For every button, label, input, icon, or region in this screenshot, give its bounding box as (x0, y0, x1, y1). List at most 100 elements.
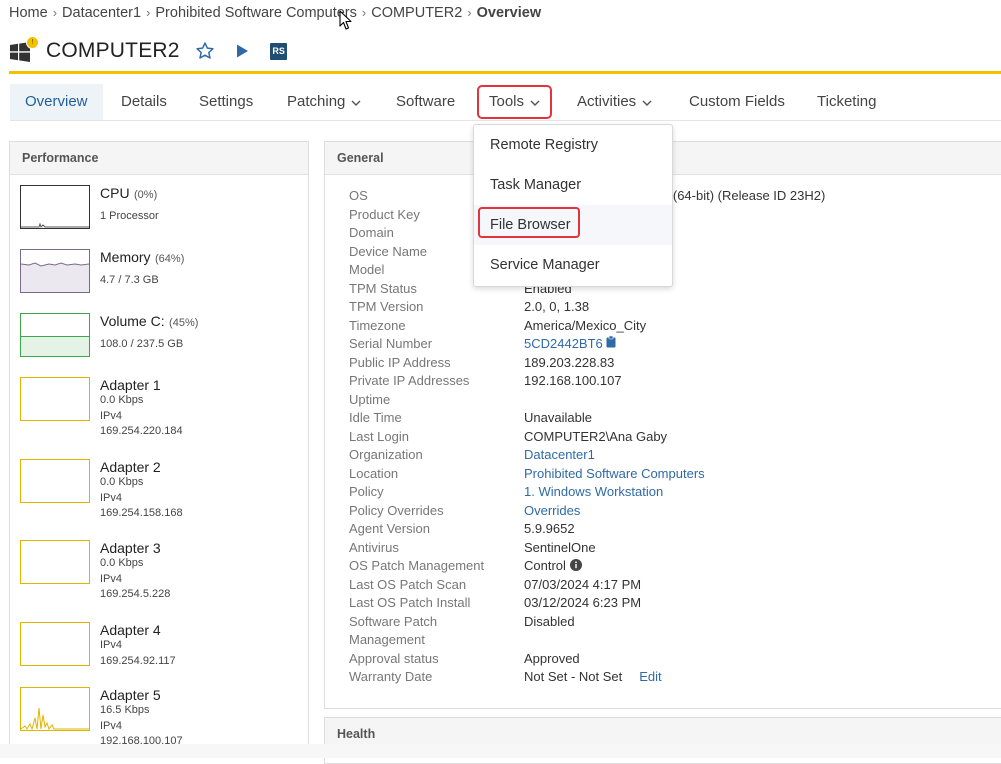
perf-percent: (64%) (155, 253, 185, 265)
field-value: Control (524, 558, 582, 573)
field-value-text: 5CD2442BT6 (524, 336, 603, 351)
breadcrumb-separator-icon: › (146, 5, 151, 20)
field-value: 07/03/2024 4:17 PM (524, 577, 641, 592)
breadcrumb-home[interactable]: Home (9, 5, 48, 21)
field-value-text: America/Mexico_City (524, 317, 647, 333)
performance-panel-title: Performance (10, 142, 308, 175)
file-browser-highlight (478, 207, 580, 238)
header-accent-bar (9, 71, 1001, 74)
mouse-cursor-icon (339, 10, 353, 36)
breadcrumb-location[interactable]: Prohibited Software Computers (155, 5, 357, 21)
tab-software[interactable]: Software (396, 84, 455, 120)
field-value[interactable]: 5CD2442BT6 (524, 335, 616, 351)
tab-overview[interactable]: Overview (10, 84, 103, 120)
field-label: Uptime (349, 391, 391, 407)
perf-percent: (0%) (134, 189, 158, 201)
tab-custom-fields[interactable]: Custom Fields (689, 84, 785, 120)
tab-details[interactable]: Details (121, 84, 167, 120)
field-value-text: Control (524, 558, 566, 573)
run-play-icon[interactable] (231, 40, 253, 62)
tab-activities[interactable]: Activities (577, 84, 652, 120)
tab-label: Software (396, 93, 456, 110)
tab-label: Details (121, 93, 167, 110)
menu-item-task-manager[interactable]: Task Manager (474, 165, 672, 205)
field-value[interactable]: Overrides (524, 503, 580, 518)
adapter-ip: 169.254.220.184 (100, 425, 183, 437)
tab-label: Overview (25, 93, 88, 110)
field-label: TPM Status (349, 280, 417, 296)
menu-item-service-manager[interactable]: Service Manager (474, 245, 672, 285)
perf-name: Adapter 3 (100, 540, 161, 556)
bottom-strip (0, 744, 1001, 758)
adapter-ip: 169.254.158.168 (100, 507, 183, 519)
tab-label: Custom Fields (689, 93, 785, 110)
adapter-graph (20, 687, 90, 731)
perf-name: CPU (100, 185, 130, 201)
clipboard-icon[interactable] (606, 335, 616, 351)
breadcrumb-device[interactable]: COMPUTER2 (371, 5, 462, 21)
field-value[interactable]: 1. Windows Workstation (524, 484, 663, 499)
field-value: Disabled (524, 614, 575, 629)
field-label: TPM Version (349, 299, 424, 314)
edit-warranty-link[interactable]: Edit (639, 669, 661, 684)
tab-ticketing[interactable]: Ticketing (817, 84, 876, 120)
field-value-text: 2.0, 0, 1.38 (524, 299, 590, 314)
menu-item-remote-registry[interactable]: Remote Registry (474, 125, 672, 165)
info-icon[interactable] (569, 558, 582, 573)
field-value: Approved (524, 651, 580, 666)
perf-name: Adapter 4 (100, 622, 161, 638)
tab-label: Patching (287, 93, 346, 110)
field-value-text: 03/12/2024 6:23 PM (524, 595, 642, 610)
breadcrumb: Home › Datacenter1 › Prohibited Software Com… (9, 5, 541, 21)
field-label: Location (349, 465, 399, 481)
adapter-protocol: IPv4 (100, 409, 123, 422)
tab-label: Activities (577, 93, 637, 110)
field-value-text: Prohibited Software Computers (524, 465, 705, 481)
field-value-text: SentinelOne (524, 539, 596, 555)
field-label: Management (349, 632, 425, 647)
breadcrumb-separator-icon: › (467, 5, 472, 20)
chevron-down-icon (530, 87, 540, 117)
breadcrumb-separator-icon: › (52, 5, 58, 20)
field-value-text: 1. Windows Workstation (524, 484, 664, 499)
adapter-speed: 0.0 Kbps (100, 557, 144, 569)
adapter-speed: 0.0 Kbps (100, 476, 144, 488)
tab-tools[interactable]: Tools (477, 85, 553, 119)
chevron-down-icon (351, 84, 361, 120)
field-value-text: 189.203.228.83 (524, 354, 615, 370)
field-label: Antivirus (349, 539, 399, 555)
field-label: Last OS Patch Scan (349, 576, 467, 592)
field-label: Policy Overrides (349, 502, 444, 518)
field-label: Device Name (349, 243, 428, 259)
field-value: America/Mexico_City (524, 318, 646, 333)
volume-graph (20, 313, 90, 357)
adapter-graph (20, 377, 90, 421)
remote-support-button[interactable]: RS (268, 40, 290, 62)
field-value-text: Unavailable (524, 410, 592, 425)
favorite-star-icon[interactable] (194, 40, 216, 62)
field-value: 5.9.9652 (524, 521, 575, 536)
adapter-speed: 0.0 Kbps (100, 394, 144, 406)
tab-label: Tools (489, 93, 525, 110)
field-label: Policy (349, 484, 384, 499)
adapter-protocol: IPv4 (100, 719, 123, 732)
tab-settings[interactable]: Settings (199, 84, 253, 120)
field-value: Not Set - Not Set Edit (524, 669, 662, 684)
field-label: Last Login (349, 428, 409, 444)
field-value: 03/12/2024 6:23 PM (524, 595, 641, 610)
field-label: Last OS Patch Install (349, 595, 471, 610)
cpu-graph (20, 185, 90, 229)
adapter-protocol: IPv4 (100, 491, 123, 504)
field-value-text: Overrides (524, 502, 581, 518)
remote-support-icon: RS (270, 42, 288, 60)
field-label: Idle Time (349, 410, 402, 425)
perf-name: Adapter 1 (100, 377, 161, 393)
breadcrumb-datacenter[interactable]: Datacenter1 (62, 5, 141, 21)
field-value: 192.168.100.107 (524, 373, 622, 388)
tab-patching[interactable]: Patching (287, 84, 361, 120)
page-title: COMPUTER2 (46, 39, 180, 62)
breadcrumb-current: Overview (476, 5, 542, 21)
field-label: Serial Number (349, 336, 433, 351)
field-value[interactable]: Datacenter1 (524, 447, 595, 462)
field-value[interactable]: Prohibited Software Computers (524, 466, 705, 481)
